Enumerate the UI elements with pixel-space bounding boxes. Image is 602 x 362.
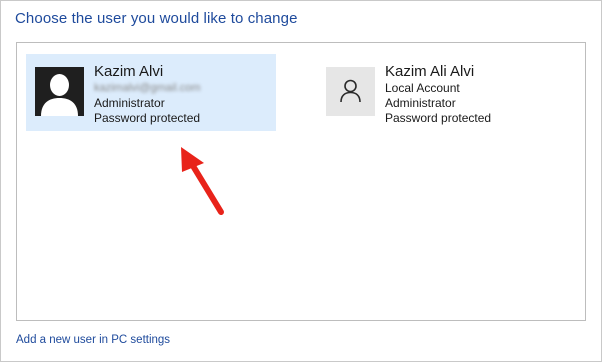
user-name: Kazim Alvi: [94, 63, 164, 80]
page-title: Choose the user you would like to change: [15, 10, 298, 27]
add-new-user-link[interactable]: Add a new user in PC settings: [16, 334, 170, 346]
user-tile-kazim-alvi[interactable]: Kazim Alvi kazimalvi@gmail.com Administr…: [26, 54, 276, 131]
red-arrow-icon: [171, 141, 231, 226]
user-role: Administrator: [94, 96, 165, 110]
user-email: kazimalvi@gmail.com: [94, 82, 201, 94]
user-info: Kazim Ali Alvi Local Account Administrat…: [385, 63, 491, 126]
user-status: Password protected: [94, 111, 201, 125]
user-status: Password protected: [385, 111, 492, 125]
person-outline-icon: [326, 67, 375, 116]
user-tile-kazim-ali-alvi[interactable]: Kazim Ali Alvi Local Account Administrat…: [317, 54, 567, 131]
user-photo-icon: [35, 67, 84, 116]
user-role: Administrator: [385, 96, 456, 110]
user-info: Kazim Alvi kazimalvi@gmail.com Administr…: [94, 63, 201, 126]
user-list-panel: Kazim Alvi kazimalvi@gmail.com Administr…: [16, 42, 586, 321]
user-name: Kazim Ali Alvi: [385, 63, 475, 80]
user-account-type: Local Account: [385, 81, 460, 95]
